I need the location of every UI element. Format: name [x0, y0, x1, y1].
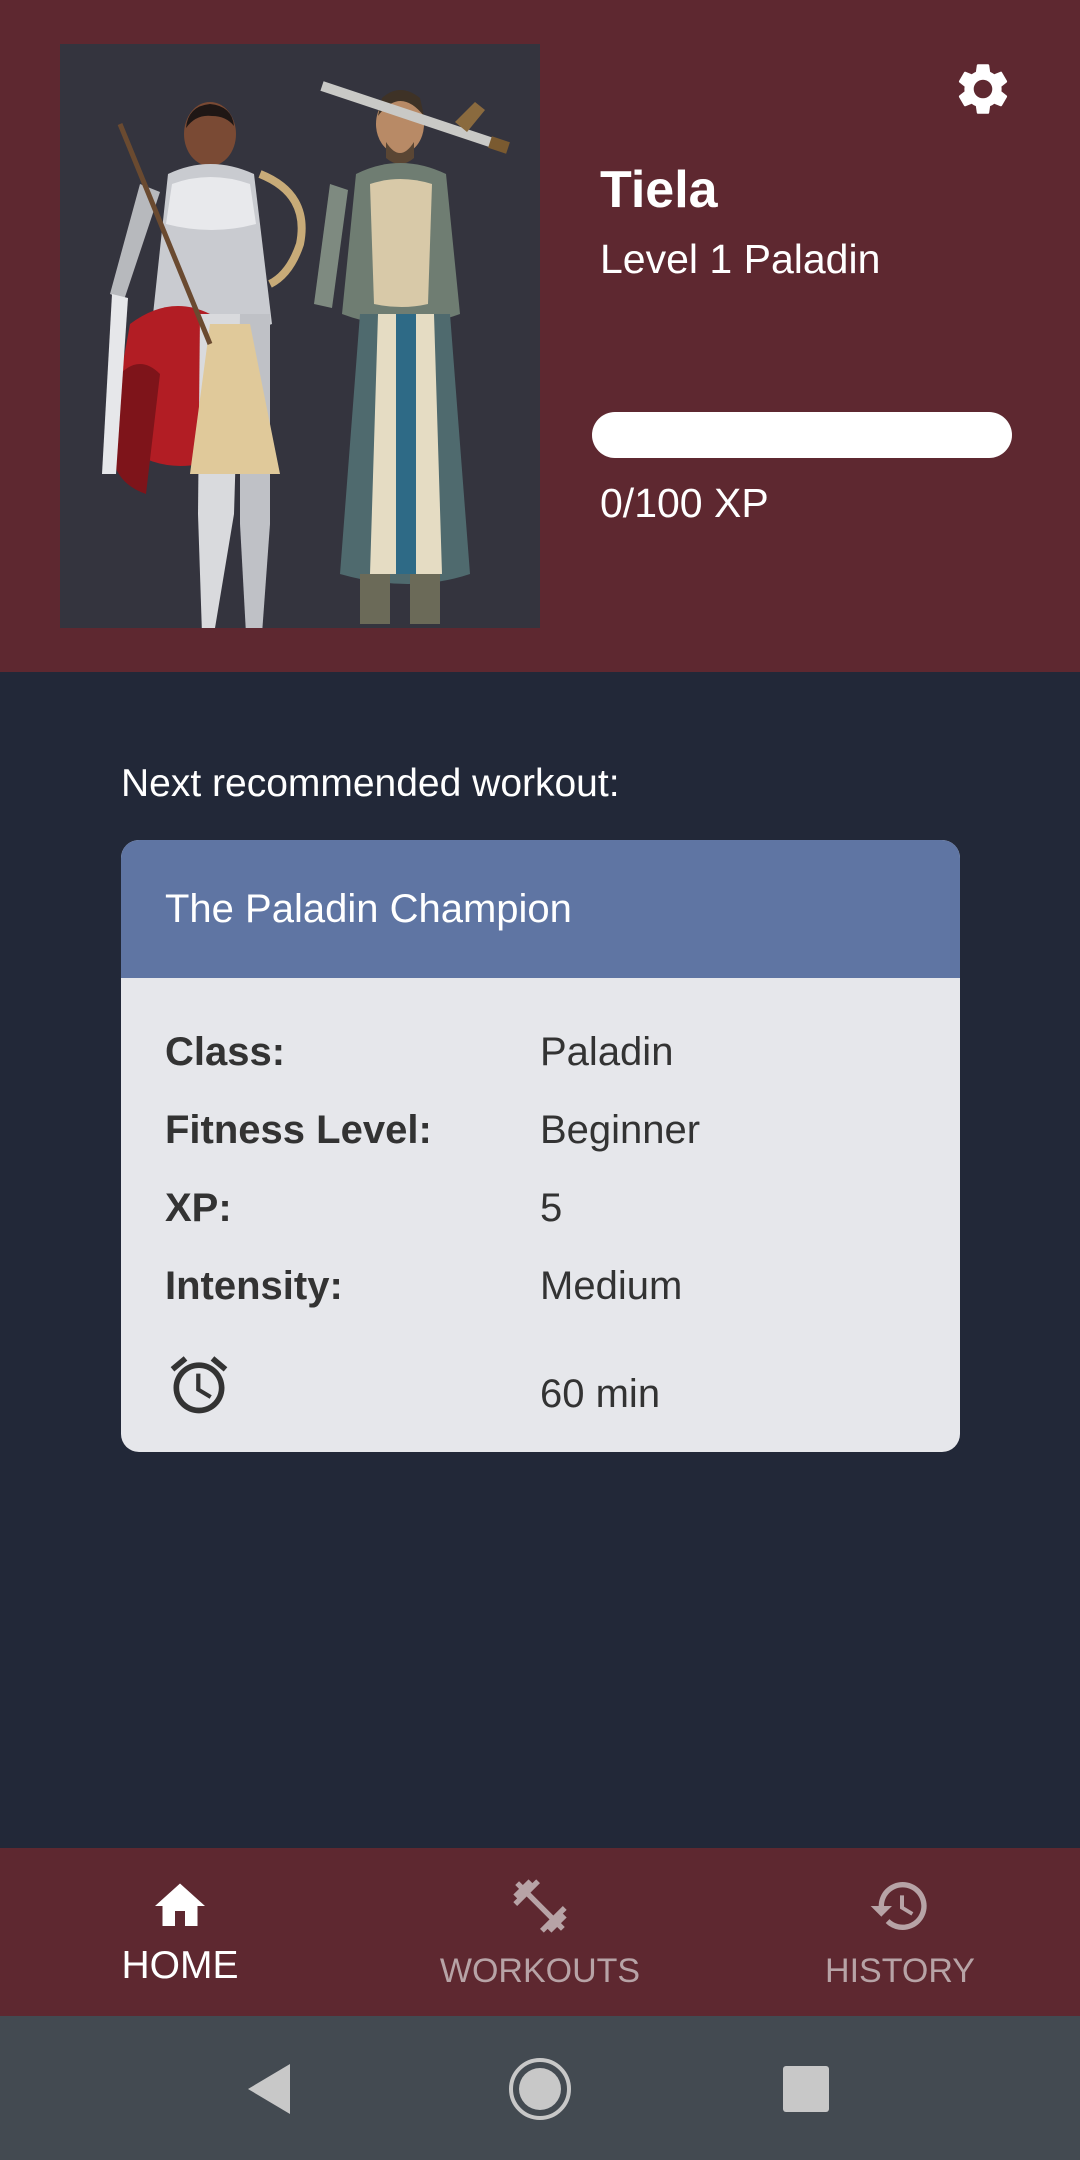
detail-value: Paladin [540, 1029, 674, 1074]
workout-details: Class: Paladin Fitness Level: Beginner X… [121, 978, 960, 1452]
home-circle-icon[interactable] [507, 2056, 573, 2122]
detail-value: Beginner [540, 1107, 701, 1152]
history-icon [870, 1882, 927, 1930]
settings-button[interactable] [950, 56, 1016, 122]
next-workout-label: Next recommended workout: [121, 762, 620, 805]
home-icon [155, 1883, 205, 1926]
detail-value: 5 [540, 1185, 563, 1230]
detail-label: Intensity: [165, 1263, 343, 1308]
workout-card[interactable]: The Paladin Champion Class: Paladin Fitn… [121, 840, 960, 1452]
recents-square-icon[interactable] [773, 2056, 839, 2122]
app-screen: Tiela Level 1 Paladin 0/100 XP Next reco… [0, 0, 1080, 2160]
xp-progress-bar [592, 412, 1012, 458]
detail-row-intensity: Intensity: Medium [165, 1256, 925, 1316]
nav-history[interactable]: HISTORY [720, 1848, 1080, 2016]
xp-text: 0/100 XP [600, 480, 769, 526]
alarm-clock-icon [170, 1356, 228, 1414]
paladin-portrait [60, 44, 540, 628]
detail-row-class: Class: Paladin [165, 1022, 925, 1082]
detail-label: XP: [165, 1185, 232, 1230]
character-name: Tiela [600, 161, 718, 219]
detail-row-xp: XP: 5 [165, 1178, 925, 1238]
character-level: Level 1 Paladin [600, 236, 881, 282]
workout-title: The Paladin Champion [121, 840, 960, 978]
bottom-navigation: HOME WORKOUTS HISTORY [0, 1848, 1080, 2016]
nav-home[interactable]: HOME [0, 1848, 360, 2016]
detail-label: Fitness Level: [165, 1107, 432, 1152]
profile-header: Tiela Level 1 Paladin 0/100 XP [0, 0, 1080, 672]
nav-label: HISTORY [825, 1952, 975, 1990]
system-navigation-bar [0, 2016, 1080, 2160]
detail-row-fitness-level: Fitness Level: Beginner [165, 1100, 925, 1160]
detail-value: Medium [540, 1263, 683, 1308]
detail-label: Class: [165, 1029, 286, 1074]
nav-workouts[interactable]: WORKOUTS [360, 1848, 720, 2016]
detail-row-duration: 60 min [165, 1350, 925, 1420]
dumbbell-icon [513, 1879, 567, 1933]
gear-icon [958, 64, 1008, 114]
nav-label: WORKOUTS [439, 1952, 641, 1990]
back-triangle-icon[interactable] [236, 2056, 302, 2122]
nav-label: HOME [121, 1944, 239, 1987]
duration-value: 60 min [540, 1371, 661, 1416]
